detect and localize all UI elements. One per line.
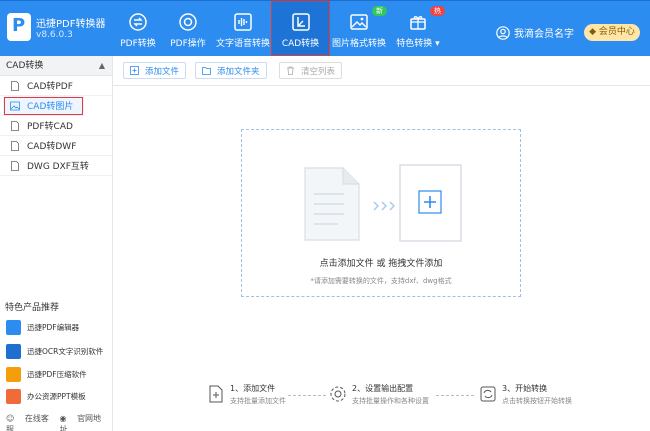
online-support-link[interactable]: ☺ 在线客服 xyxy=(6,413,52,431)
sidebar: CAD转换 ▲ CAD转PDF CAD转图片 PDF转CAD CAD转DWF D… xyxy=(0,56,113,431)
sidebar-footer: ☺ 在线客服 ◉ 官网地址 xyxy=(6,413,112,431)
app-name: 迅捷PDF转换器 xyxy=(36,19,106,30)
image-file-icon xyxy=(10,101,20,110)
title-bar: P 迅捷PDF转换器 v8.6.0.3 PDF转换 PDF操作 文字语音转换 C… xyxy=(0,0,650,56)
add-folder-button[interactable]: 添加文件夹 xyxy=(195,62,267,79)
add-file-label: 添加文件 xyxy=(145,66,180,77)
step-subtitle: 支持批量操作和各种设置 xyxy=(352,397,429,405)
featured-pdf-compress[interactable]: 迅捷PDF压缩软件 xyxy=(6,365,87,383)
nav-label: 图片格式转换 xyxy=(331,39,386,49)
image-icon xyxy=(350,14,368,30)
nav-label: PDF操作 xyxy=(170,39,206,49)
file-icon xyxy=(11,120,19,131)
support-icon: ☺ xyxy=(6,414,17,423)
featured-ocr[interactable]: 迅捷OCR文字识别软件 xyxy=(6,342,103,360)
sidebar-item-label: CAD转图片 xyxy=(27,102,74,112)
sidebar-section-header[interactable]: CAD转换 ▲ xyxy=(0,56,112,76)
step-start: 3、开始转换 点击转换按钮开始转换 xyxy=(479,383,572,406)
website-link[interactable]: ◉ 官网地址 xyxy=(60,413,104,431)
cad-icon xyxy=(291,13,310,31)
chevron-up-icon: ▲ xyxy=(98,61,105,70)
sidebar-section-title: CAD转换 xyxy=(6,61,44,71)
drop-zone-hint: *请添加需要转换的文件，支持dxf、dwg格式 xyxy=(310,277,452,285)
drop-zone[interactable]: 点击添加文件 或 拖拽文件添加 *请添加需要转换的文件，支持dxf、dwg格式 xyxy=(241,129,521,297)
featured-ppt-template[interactable]: 办公资源PPT模板 xyxy=(6,387,86,405)
file-icon xyxy=(11,140,19,151)
member-name[interactable]: 我滴会员名字 xyxy=(496,25,574,40)
target-icon xyxy=(179,13,197,31)
steps-guide: 1、添加文件 支持批量添加文件 2、设置输出配置 支持批量操作和各种设置 3、开… xyxy=(113,383,650,423)
featured-label: 迅捷PDF编辑器 xyxy=(27,322,80,332)
sidebar-item-dwg-dxf[interactable]: DWG DXF互转 xyxy=(0,156,112,176)
file-icon xyxy=(11,160,19,171)
step-title: 1、添加文件 xyxy=(230,384,276,393)
nav-text-speech[interactable]: 文字语音转换 xyxy=(214,1,272,56)
step-add-file: 1、添加文件 支持批量添加文件 xyxy=(207,383,286,406)
add-folder-icon xyxy=(202,67,211,75)
clear-list-button[interactable]: 清空列表 xyxy=(279,62,343,79)
step-title: 3、开始转换 xyxy=(502,384,548,393)
refresh-icon xyxy=(480,386,496,402)
hot-badge: 热 xyxy=(430,6,445,16)
main-area: 点击添加文件 或 拖拽文件添加 *请添加需要转换的文件，支持dxf、dwg格式 … xyxy=(113,87,650,431)
nav-cad-convert[interactable]: CAD转换 xyxy=(271,1,330,56)
file-icon xyxy=(11,80,19,91)
convert-icon xyxy=(129,13,147,31)
clear-list-label: 清空列表 xyxy=(301,66,336,77)
featured-pdf-editor[interactable]: 迅捷PDF编辑器 xyxy=(6,318,79,336)
nav-label: CAD转换 xyxy=(281,39,320,49)
nav-pdf-convert[interactable]: PDF转换 xyxy=(114,1,162,56)
globe-icon: ◉ xyxy=(59,414,70,423)
add-folder-label: 添加文件夹 xyxy=(217,66,260,77)
sidebar-item-cad-to-pdf[interactable]: CAD转PDF xyxy=(0,76,112,96)
app-version: v8.6.0.3 xyxy=(36,30,73,40)
featured-label: 迅捷OCR文字识别软件 xyxy=(27,346,104,356)
add-file-button[interactable]: 添加文件 xyxy=(123,62,187,79)
sidebar-item-cad-to-dwf[interactable]: CAD转DWF xyxy=(0,136,112,156)
toolbar: 添加文件 添加文件夹 清空列表 xyxy=(113,56,650,86)
add-file-icon xyxy=(130,66,139,75)
ocr-icon xyxy=(6,343,21,359)
app-logo: P xyxy=(7,13,31,41)
ppt-icon xyxy=(6,388,21,404)
vip-center-button[interactable]: ◆ 会员中心 xyxy=(584,24,640,41)
step-divider xyxy=(288,395,326,396)
sidebar-item-label: PDF转CAD xyxy=(27,122,73,132)
new-badge: 新 xyxy=(372,6,387,16)
step-title: 2、设置输出配置 xyxy=(352,384,414,393)
step-subtitle: 支持批量添加文件 xyxy=(230,397,286,405)
member-name-text: 我滴会员名字 xyxy=(514,29,574,40)
drop-zone-title: 点击添加文件 或 拖拽文件添加 xyxy=(319,259,443,269)
sidebar-item-label: CAD转DWF xyxy=(27,142,77,152)
featured-title: 特色产品推荐 xyxy=(5,303,60,313)
vip-center-label: 会员中心 xyxy=(598,27,635,37)
compress-icon xyxy=(6,366,21,382)
gear-icon xyxy=(330,386,346,402)
featured-label: 迅捷PDF压缩软件 xyxy=(27,369,87,379)
add-file-illustration xyxy=(304,164,462,242)
audio-wave-icon xyxy=(234,13,252,31)
nav-label: 特色转换 ▾ xyxy=(396,39,440,49)
nav-label: 文字语音转换 xyxy=(215,39,270,49)
sidebar-item-label: CAD转PDF xyxy=(27,82,73,92)
featured-label: 办公资源PPT模板 xyxy=(27,391,86,401)
add-file-step-icon xyxy=(209,385,223,403)
diamond-icon: ◆ xyxy=(589,27,599,37)
gift-icon xyxy=(410,16,426,30)
user-icon xyxy=(496,25,510,40)
step-divider xyxy=(436,395,474,396)
nav-label: PDF转换 xyxy=(120,39,156,49)
step-subtitle: 点击转换按钮开始转换 xyxy=(502,397,572,405)
sidebar-item-label: DWG DXF互转 xyxy=(27,162,89,172)
step-settings: 2、设置输出配置 支持批量操作和各种设置 xyxy=(329,383,429,406)
nav-pdf-operation[interactable]: PDF操作 xyxy=(164,1,212,56)
sidebar-item-cad-to-image[interactable]: CAD转图片 xyxy=(3,96,84,116)
sidebar-item-pdf-to-cad[interactable]: PDF转CAD xyxy=(0,116,112,136)
pdf-editor-icon xyxy=(6,319,21,335)
trash-icon xyxy=(287,66,294,75)
